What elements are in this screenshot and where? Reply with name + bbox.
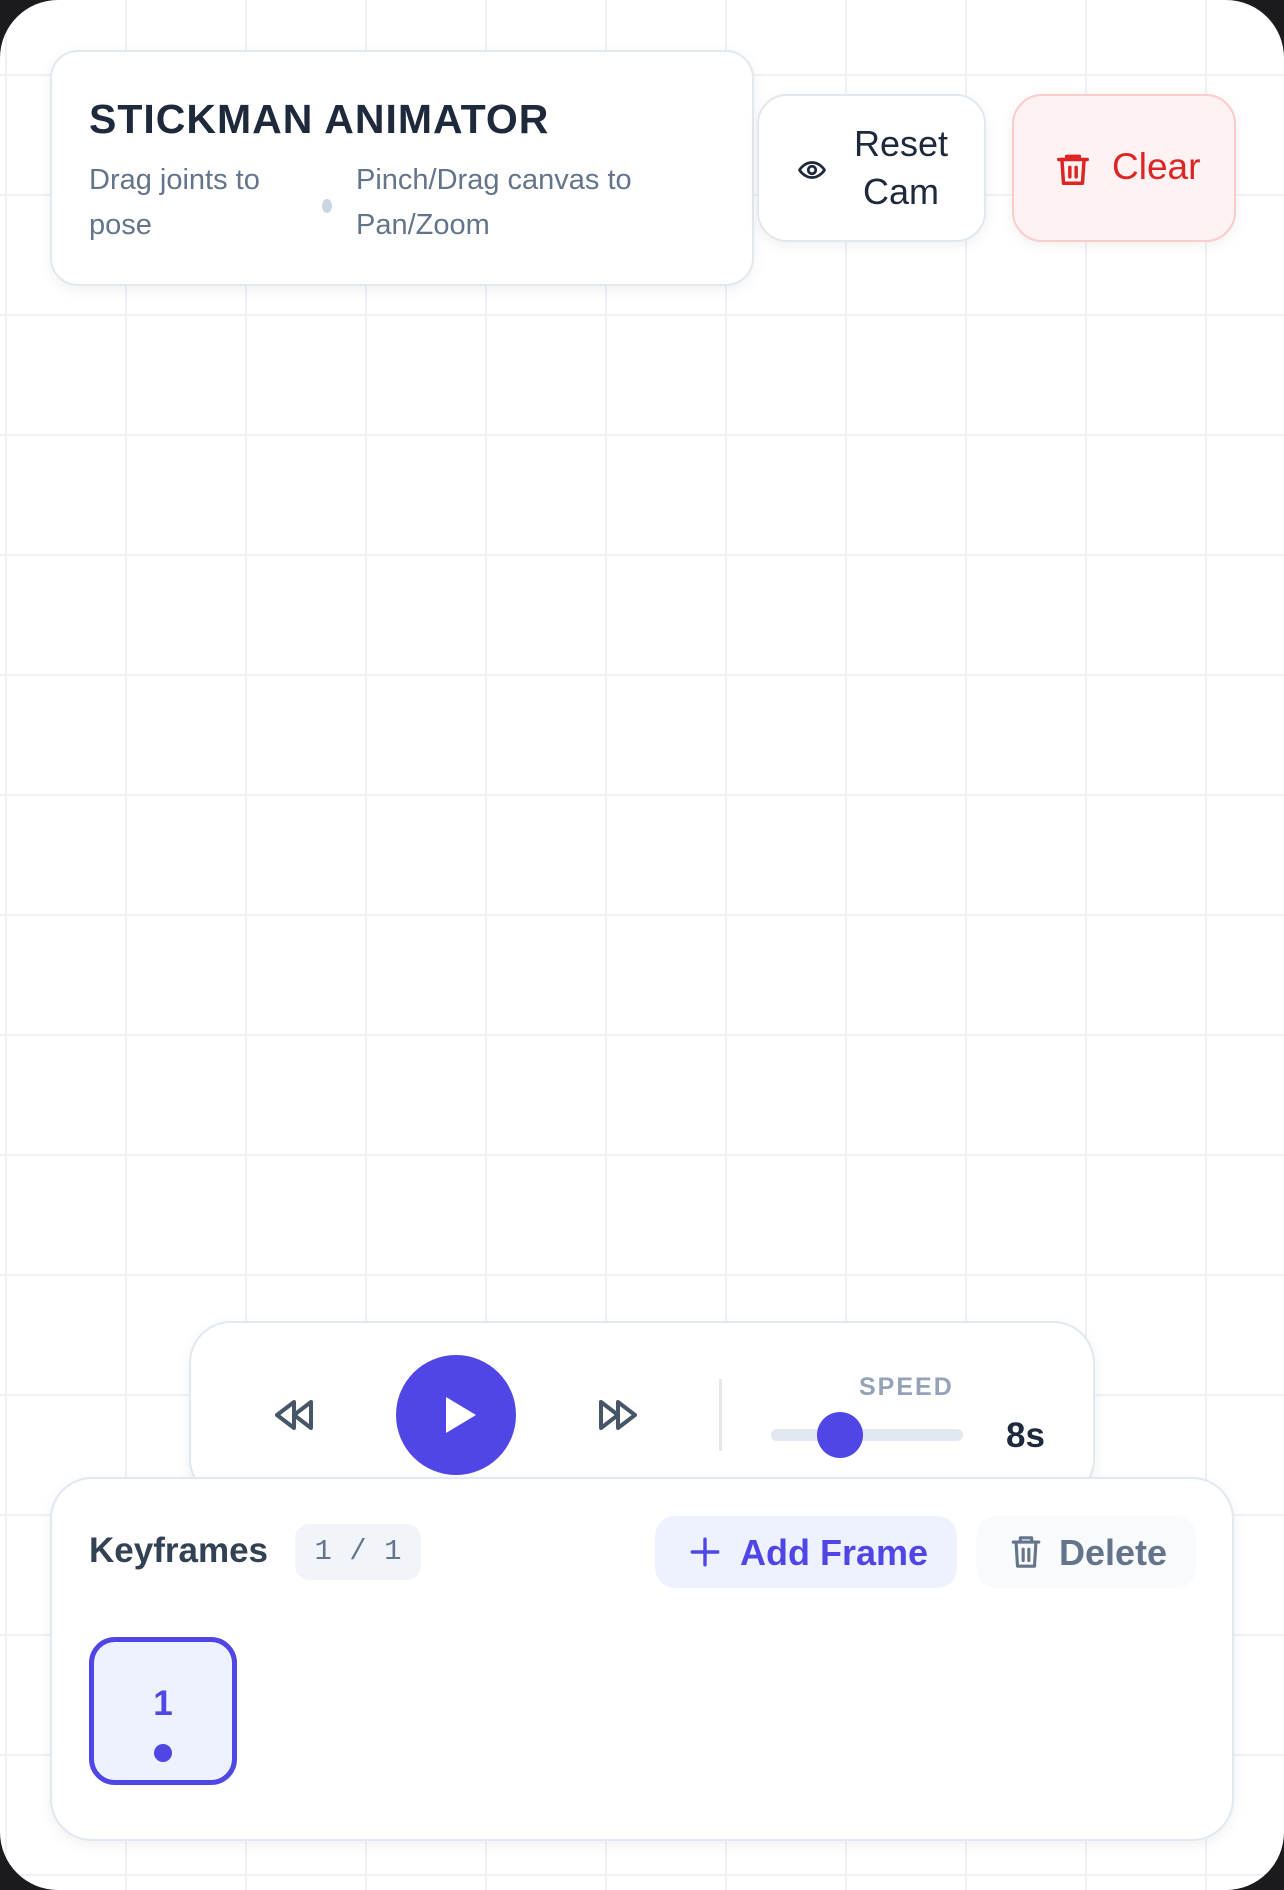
playback-bar: SPEED 8s	[189, 1321, 1095, 1501]
delete-label: Delete	[1059, 1532, 1168, 1573]
add-frame-label: Add Frame	[740, 1532, 929, 1573]
keyframe-thumbnail[interactable]: 1	[89, 1637, 237, 1785]
play-button[interactable]	[396, 1355, 516, 1475]
keyframes-panel: Keyframes 1 / 1 Add Frame Delete 1	[50, 1477, 1234, 1841]
keyframe-counter: 1 / 1	[295, 1524, 421, 1580]
add-frame-button[interactable]: Add Frame	[655, 1516, 957, 1588]
rewind-icon[interactable]	[271, 1396, 317, 1434]
clear-label: Clear	[1112, 146, 1201, 187]
app-window: STICKMAN ANIMATOR Drag joints to pose Pi…	[0, 0, 1284, 1890]
clear-button[interactable]: Clear	[1012, 94, 1236, 242]
speed-slider[interactable]	[771, 1412, 963, 1458]
keyframe-number: 1	[153, 1684, 173, 1723]
trash-icon	[1057, 154, 1089, 185]
header-card: STICKMAN ANIMATOR Drag joints to pose Pi…	[50, 50, 754, 286]
reset-cam-button[interactable]: Reset Cam	[757, 94, 986, 242]
hint-pan-zoom: Pinch/Drag canvas to Pan/Zoom	[356, 164, 632, 241]
divider	[719, 1379, 722, 1451]
separator-dot	[322, 199, 332, 213]
keyframes-title: Keyframes	[89, 1531, 268, 1570]
speed-slider-thumb[interactable]	[817, 1412, 864, 1458]
trash-icon	[1011, 1536, 1041, 1568]
reset-cam-label: Reset Cam	[853, 123, 949, 212]
hint-drag-joints: Drag joints to pose	[89, 164, 260, 241]
fast-forward-icon[interactable]	[595, 1396, 641, 1434]
delete-frame-button[interactable]: Delete	[976, 1516, 1196, 1588]
speed-value: 8s	[1006, 1416, 1045, 1455]
play-icon	[446, 1397, 476, 1433]
speed-label: SPEED	[859, 1373, 954, 1401]
app-title: STICKMAN ANIMATOR	[89, 96, 550, 142]
plus-icon	[690, 1537, 720, 1567]
eye-icon	[798, 161, 826, 179]
active-frame-dot	[154, 1744, 172, 1762]
